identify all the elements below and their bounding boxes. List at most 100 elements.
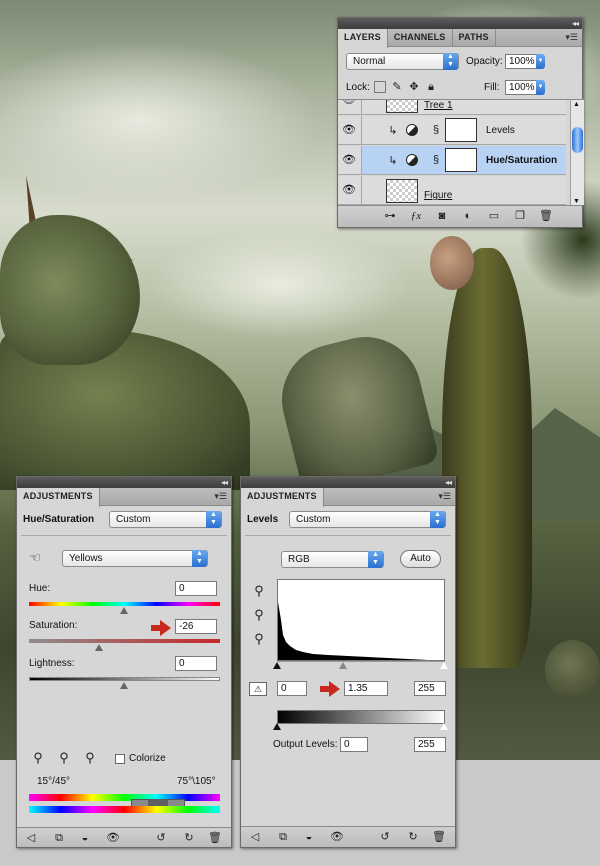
output-black-knob[interactable]	[273, 723, 281, 730]
input-white-field[interactable]: 255	[414, 681, 446, 696]
eyedropper-minus-icon[interactable]: ⚲	[83, 751, 97, 764]
panel-menu-icon[interactable]: ▾☰	[438, 491, 451, 502]
back-arrow-icon[interactable]: ◁	[23, 831, 39, 845]
input-black-field[interactable]: 0	[277, 681, 307, 696]
layer-row-levels[interactable]: 👁︎ ↳ § Levels	[338, 116, 566, 145]
lock-transparent-icon[interactable]	[374, 81, 386, 93]
tab-layers[interactable]: LAYERS	[338, 29, 388, 48]
preset-dropdown[interactable]: Custom ▲ ▼	[289, 511, 446, 528]
eyedropper-icon[interactable]: ⚲	[31, 751, 45, 764]
scroll-down-icon[interactable]: ▼	[573, 198, 580, 205]
eye-icon[interactable]: 👁︎	[341, 154, 357, 166]
add-mask-icon[interactable]: ◙	[434, 209, 450, 223]
tab-paths[interactable]: PATHS	[453, 29, 496, 46]
trash-icon[interactable]: 🗑︎	[431, 830, 447, 844]
clip-to-layer-icon[interactable]: ◒	[77, 831, 93, 845]
black-point-eyedropper-icon[interactable]: ⚲	[253, 584, 265, 597]
expand-view-icon[interactable]: ⧉	[275, 830, 291, 844]
panel-titlebar[interactable]: ◂◂	[17, 477, 231, 488]
layers-list: 👁︎ Tree 1 👁︎ ↳ § Levels 👁︎ ↳ § Hue/Satur…	[338, 99, 584, 205]
lightness-slider-track[interactable]	[29, 677, 220, 681]
channel-dropdown[interactable]: Yellows ▲ ▼	[62, 550, 208, 567]
new-group-icon[interactable]: ▭	[486, 209, 502, 223]
visibility-icon[interactable]: 👁︎	[329, 830, 345, 844]
eye-icon[interactable]: 👁︎	[341, 184, 357, 196]
trash-icon[interactable]: 🗑︎	[207, 831, 223, 845]
chain-link-icon[interactable]: §	[432, 154, 440, 166]
saturation-field[interactable]: -26	[175, 619, 217, 634]
layer-row-figure[interactable]: 👁︎ Figure	[338, 176, 566, 205]
link-layers-icon[interactable]: ⊶	[382, 209, 398, 223]
blend-mode-dropdown[interactable]: Normal ▲ ▼	[346, 53, 459, 70]
hue-slider-track[interactable]	[29, 602, 220, 606]
targeted-adjustment-hand-icon[interactable]: ☜	[27, 551, 43, 564]
saturation-slider-track[interactable]	[29, 639, 220, 643]
eye-icon[interactable]: 👁︎	[341, 124, 357, 136]
back-arrow-icon[interactable]: ◁	[247, 830, 263, 844]
input-gray-knob[interactable]	[339, 662, 347, 669]
reset-icon[interactable]: ↻	[405, 830, 421, 844]
eyedropper-plus-icon[interactable]: ⚲	[57, 751, 71, 764]
clipping-warning-icon[interactable]: ⚠	[249, 682, 267, 696]
panel-menu-icon[interactable]: ▾☰	[214, 491, 227, 502]
colorize-checkbox[interactable]	[115, 754, 125, 764]
layer-thumbnail	[386, 179, 418, 203]
fx-icon[interactable]: ƒx	[408, 209, 424, 223]
saturation-slider-knob[interactable]	[95, 644, 103, 651]
input-white-knob[interactable]	[440, 662, 448, 669]
range-right-readout: 75°\105°	[177, 776, 216, 787]
visibility-cell: 👁︎	[338, 100, 362, 114]
clip-to-layer-icon[interactable]: ◒	[301, 830, 317, 844]
opacity-arrow-button[interactable]: ▼	[536, 54, 545, 69]
input-black-knob[interactable]	[273, 662, 281, 669]
lock-all-icon[interactable]: 🔒︎	[425, 81, 437, 93]
tab-adjustments[interactable]: ADJUSTMENTS	[17, 488, 100, 507]
fill-arrow-button[interactable]: ▼	[536, 80, 545, 95]
layer-mask-thumbnail[interactable]	[445, 148, 477, 172]
adjustments-tabbar: ADJUSTMENTS ▾☰	[17, 488, 231, 507]
preset-value: Custom	[116, 514, 151, 525]
gray-point-eyedropper-icon[interactable]: ⚲	[253, 608, 265, 621]
output-black-field[interactable]: 0	[340, 737, 368, 752]
layer-row-tree1[interactable]: 👁︎ Tree 1	[338, 100, 566, 115]
expand-view-icon[interactable]: ⧉	[51, 831, 67, 845]
hue-field[interactable]: 0	[175, 581, 217, 596]
auto-button[interactable]: Auto	[400, 550, 441, 568]
trash-icon[interactable]: 🗑︎	[538, 209, 554, 223]
collapse-icon[interactable]: ◂◂	[572, 18, 579, 29]
layers-scrollbar[interactable]: ▲ ▼	[570, 100, 584, 205]
panel-titlebar[interactable]: ◂◂	[241, 477, 455, 488]
chain-link-icon[interactable]: §	[432, 124, 440, 136]
output-white-field[interactable]: 255	[414, 737, 446, 752]
opacity-field[interactable]: 100%	[505, 54, 537, 69]
fill-field[interactable]: 100%	[505, 80, 537, 95]
lock-move-icon[interactable]: ✥	[408, 81, 420, 93]
scroll-thumb[interactable]	[572, 127, 583, 153]
lock-brush-icon[interactable]: ✎	[391, 81, 403, 93]
layer-row-hue-saturation[interactable]: 👁︎ ↳ § Hue/Saturation	[338, 146, 566, 175]
collapse-icon[interactable]: ◂◂	[221, 477, 228, 488]
view-previous-icon[interactable]: ↺	[153, 831, 169, 845]
view-previous-icon[interactable]: ↺	[377, 830, 393, 844]
preset-dropdown[interactable]: Custom ▲ ▼	[109, 511, 222, 528]
eye-icon[interactable]: 👁︎	[341, 100, 357, 106]
panel-menu-icon[interactable]: ▾☰	[565, 32, 578, 43]
tab-adjustments[interactable]: ADJUSTMENTS	[241, 488, 324, 507]
lightness-field[interactable]: 0	[175, 656, 217, 671]
layer-mask-thumbnail[interactable]	[445, 118, 477, 142]
collapse-icon[interactable]: ◂◂	[445, 477, 452, 488]
new-adjustment-icon[interactable]: ◐	[460, 209, 476, 223]
input-midtone-field[interactable]: 1.35	[344, 681, 388, 696]
visibility-icon[interactable]: 👁︎	[105, 831, 121, 845]
hue-slider-knob[interactable]	[120, 607, 128, 614]
scroll-up-icon[interactable]: ▲	[573, 101, 580, 108]
panel-titlebar[interactable]: ◂◂	[338, 18, 582, 29]
lightness-slider-knob[interactable]	[120, 682, 128, 689]
white-point-eyedropper-icon[interactable]: ⚲	[253, 632, 265, 645]
reset-icon[interactable]: ↻	[181, 831, 197, 845]
channel-dropdown[interactable]: RGB ▲ ▼	[281, 551, 384, 568]
new-layer-icon[interactable]: ❐	[512, 209, 528, 223]
output-white-knob[interactable]	[440, 723, 448, 730]
input-levels-track[interactable]	[277, 661, 445, 662]
tab-channels[interactable]: CHANNELS	[388, 29, 453, 46]
